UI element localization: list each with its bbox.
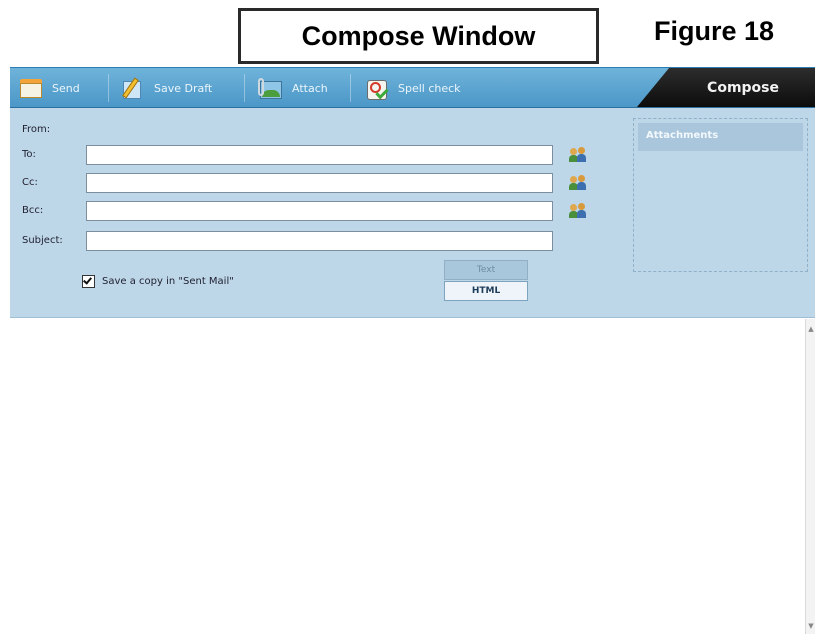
message-header-panel: From: To: Cc: Bcc: Subject: Save a copy … (10, 108, 815, 318)
save-draft-button[interactable]: Save Draft (120, 72, 212, 104)
format-html-button[interactable]: HTML (444, 281, 528, 301)
message-body-editor[interactable] (10, 319, 805, 634)
checkmark-icon (83, 275, 92, 285)
save-copy-option[interactable]: Save a copy in "Sent Mail" (82, 275, 234, 288)
figure-label: Figure 18 (654, 16, 775, 46)
bcc-address-book-icon[interactable] (569, 202, 587, 220)
from-label: From: (22, 124, 51, 135)
bcc-field[interactable] (86, 201, 553, 221)
send-button-label: Send (52, 81, 80, 95)
toolbar-separator (244, 74, 245, 102)
attach-button[interactable]: Attach (258, 72, 328, 104)
toolbar-separator (350, 74, 351, 102)
attach-button-label: Attach (292, 81, 328, 95)
scroll-up-arrow-icon[interactable]: ▲ (807, 325, 815, 335)
body-scrollbar[interactable]: ▲ ▼ (805, 319, 815, 634)
spell-check-button-label: Spell check (398, 81, 461, 95)
cc-address-book-icon[interactable] (569, 174, 587, 192)
attachments-title: Attachments (638, 123, 803, 151)
toolbar-separator (108, 74, 109, 102)
compose-toolbar: Send Save Draft Attach Spell check Compo… (10, 67, 815, 108)
send-envelope-icon (18, 76, 44, 100)
to-label: To: (22, 149, 36, 160)
scroll-down-arrow-icon[interactable]: ▼ (807, 622, 815, 632)
subject-field[interactable] (86, 231, 553, 251)
save-draft-pencil-icon (120, 76, 146, 100)
to-field[interactable] (86, 145, 553, 165)
format-text-button[interactable]: Text (444, 260, 528, 280)
attach-image-icon (258, 76, 284, 100)
to-address-book-icon[interactable] (569, 146, 587, 164)
cc-label: Cc: (22, 177, 38, 188)
bcc-label: Bcc: (22, 205, 44, 216)
compose-tab[interactable]: Compose (637, 68, 815, 107)
spell-check-icon (364, 76, 390, 100)
send-button[interactable]: Send (18, 72, 80, 104)
save-copy-checkbox[interactable] (82, 275, 95, 288)
cc-field[interactable] (86, 173, 553, 193)
subject-label: Subject: (22, 235, 63, 246)
attachments-panel[interactable]: Attachments (633, 118, 808, 272)
save-draft-button-label: Save Draft (154, 81, 213, 95)
figure-title: Compose Window (238, 8, 599, 64)
save-copy-label: Save a copy in "Sent Mail" (102, 276, 234, 287)
spell-check-button[interactable]: Spell check (364, 72, 461, 104)
